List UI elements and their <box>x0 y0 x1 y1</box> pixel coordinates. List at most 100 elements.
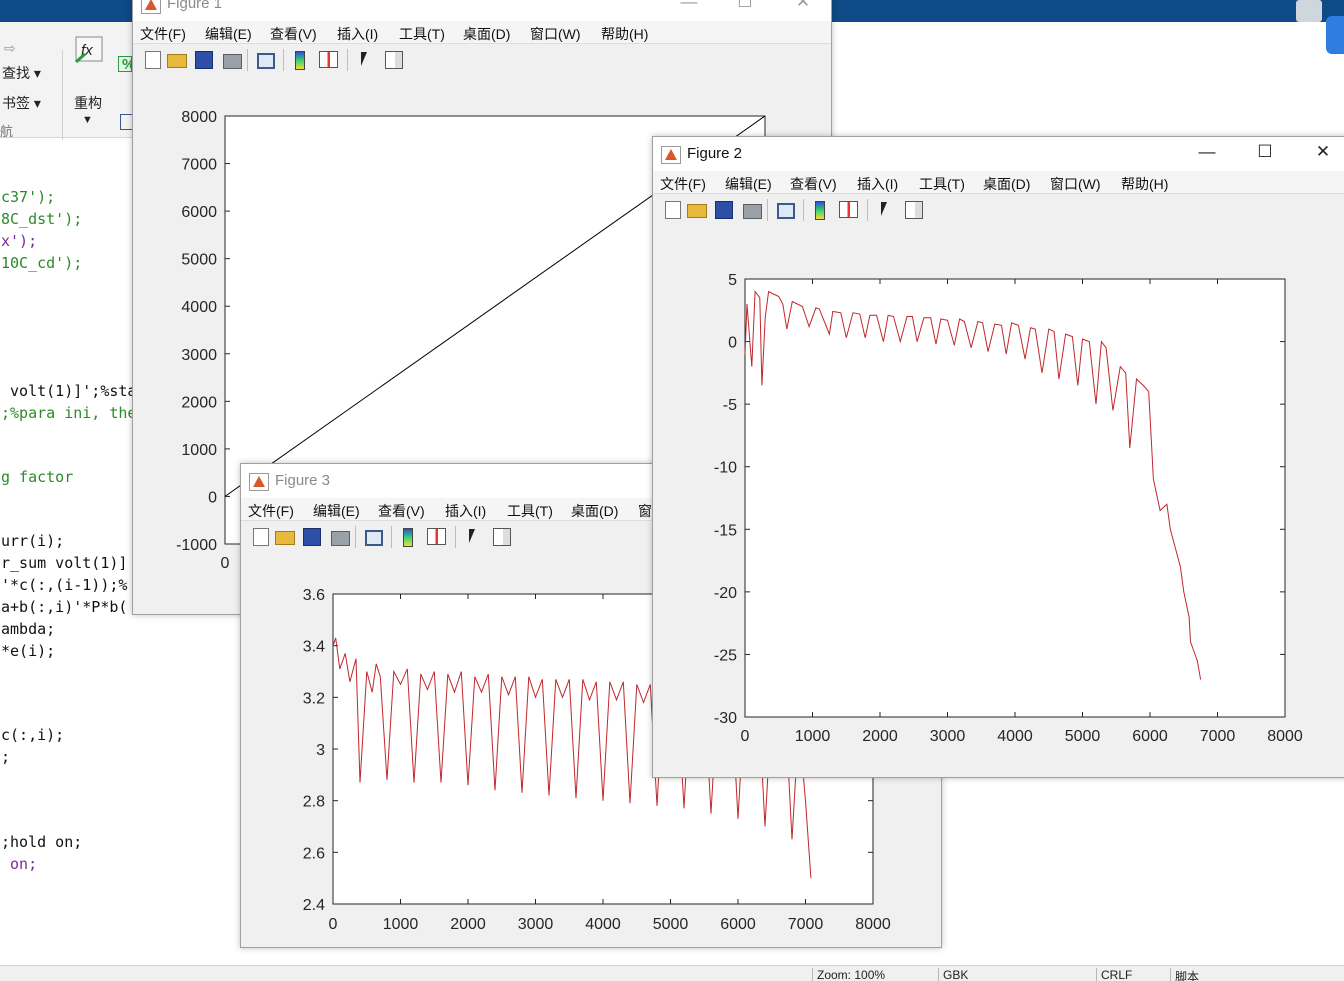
code-line[interactable]: ; <box>1 748 10 766</box>
legend-icon[interactable] <box>839 201 858 218</box>
print-icon[interactable] <box>223 54 242 69</box>
menu-item[interactable]: 桌面(D) <box>463 24 510 44</box>
menu-item[interactable]: 桌面(D) <box>571 501 618 521</box>
figure-2-titlebar[interactable]: Figure 2 — ☐ ✕ <box>653 137 1344 171</box>
open-folder-icon[interactable] <box>275 531 295 545</box>
figure-1-titlebar[interactable]: Figure 1 — ☐ ✕ <box>133 0 831 21</box>
menu-item[interactable]: 工具(T) <box>399 24 445 44</box>
menu-item[interactable]: 文件(F) <box>140 24 186 44</box>
code-line[interactable]: c37'); <box>1 188 55 206</box>
minimize-button[interactable]: — <box>1195 142 1219 162</box>
menu-item[interactable]: 插入(I) <box>337 24 378 44</box>
y-tick-label: -20 <box>714 585 737 602</box>
menu-item[interactable]: 编辑(E) <box>205 24 252 44</box>
dock-panel-icon[interactable] <box>385 51 403 69</box>
menu-item[interactable]: 窗口(W) <box>1050 174 1101 194</box>
figure-2-window[interactable]: Figure 2 — ☐ ✕ 文件(F) 编辑(E) 查看(V) 插入(I) 工具(T)… <box>652 136 1344 778</box>
menu-item[interactable]: 工具(T) <box>507 501 553 521</box>
toolbar-separator <box>391 526 392 548</box>
figure-1-toolbar <box>133 43 831 77</box>
print-icon[interactable] <box>743 204 762 219</box>
menu-item[interactable]: 编辑(E) <box>313 501 360 521</box>
side-panel-tab[interactable] <box>1326 16 1344 54</box>
code-line[interactable]: ;hold on; <box>1 833 82 851</box>
menu-item[interactable]: 窗口(W) <box>530 24 581 44</box>
code-line[interactable]: ambda; <box>1 620 55 638</box>
code-line[interactable]: urr(i); <box>1 532 64 550</box>
colorbar-icon[interactable] <box>403 528 413 547</box>
code-editor[interactable]: c37'); 8C_dst'); x'); 10C_cd'); volt(1)]';%… <box>0 140 140 965</box>
code-line[interactable]: 10C_cd'); <box>1 254 82 272</box>
figure-2-menubar: 文件(F) 编辑(E) 查看(V) 插入(I) 工具(T) 桌面(D) 窗口(W) 帮助(H) <box>653 171 1344 193</box>
x-tick-label: 1000 <box>383 916 419 933</box>
colorbar-icon[interactable] <box>295 51 305 70</box>
link-plot-icon[interactable] <box>257 53 275 69</box>
toolbar-separator <box>455 526 456 548</box>
menu-item[interactable]: 帮助(H) <box>601 24 648 44</box>
menu-item[interactable]: 工具(T) <box>919 174 965 194</box>
close-button[interactable]: ✕ <box>791 0 815 12</box>
new-file-icon[interactable] <box>665 201 681 219</box>
arrow-right-icon[interactable]: ⇨ <box>4 40 16 57</box>
menu-item[interactable]: 帮助(H) <box>1121 174 1168 194</box>
bookmark-button[interactable]: 书签 ▾ <box>2 93 41 113</box>
print-icon[interactable] <box>331 531 350 546</box>
figure-2-axes[interactable]: 0 1000 2000 3000 4000 5000 6000 7000 8000 -30 -25 -… <box>653 226 1344 777</box>
menu-item[interactable]: 文件(F) <box>248 501 294 521</box>
new-file-icon[interactable] <box>253 528 269 546</box>
app-icon[interactable] <box>1296 0 1322 22</box>
zoom-status: Zoom: 100% <box>812 968 935 981</box>
menu-item[interactable]: 编辑(E) <box>725 174 772 194</box>
maximize-button[interactable]: ☐ <box>733 0 757 12</box>
pointer-icon[interactable] <box>361 52 367 66</box>
y-tick-label: 2.6 <box>303 845 325 862</box>
pointer-icon[interactable] <box>469 529 475 543</box>
dock-panel-icon[interactable] <box>493 528 511 546</box>
link-plot-icon[interactable] <box>365 530 383 546</box>
legend-icon[interactable] <box>319 51 338 68</box>
menu-item[interactable]: 插入(I) <box>857 174 898 194</box>
toolbar-separator <box>347 49 348 71</box>
pointer-icon[interactable] <box>881 202 887 216</box>
code-line[interactable]: g factor <box>1 468 73 486</box>
code-line[interactable]: ;%para ini, the <box>1 404 136 422</box>
toolbar-separator <box>355 526 356 548</box>
chevron-down-icon[interactable]: ▼ <box>82 114 93 126</box>
code-line[interactable]: volt(1)]';%sta <box>1 382 136 400</box>
code-line[interactable]: a+b(:,i)'*P*b( <box>1 598 127 616</box>
encoding-status: GBK <box>938 968 1093 981</box>
menu-item[interactable]: 查看(V) <box>270 24 317 44</box>
save-icon[interactable] <box>303 528 321 546</box>
maximize-button[interactable]: ☐ <box>1253 142 1277 162</box>
code-line[interactable]: r_sum volt(1)] <box>1 554 127 572</box>
code-line[interactable]: 8C_dst'); <box>1 210 82 228</box>
refactor-button[interactable]: 重构 <box>74 93 102 113</box>
close-button[interactable]: ✕ <box>1311 142 1335 162</box>
menu-item[interactable]: 文件(F) <box>660 174 706 194</box>
matlab-logo-icon <box>249 473 269 491</box>
x-tick-label: 4000 <box>585 916 621 933</box>
save-icon[interactable] <box>715 201 733 219</box>
menu-item[interactable]: 查看(V) <box>790 174 837 194</box>
minimize-button[interactable]: — <box>677 0 701 12</box>
find-button[interactable]: 查找 ▾ <box>2 63 41 83</box>
code-line[interactable]: x'); <box>1 232 37 250</box>
dock-panel-icon[interactable] <box>905 201 923 219</box>
new-file-icon[interactable] <box>145 51 161 69</box>
legend-icon[interactable] <box>427 528 446 545</box>
code-line[interactable]: on; <box>1 855 37 873</box>
open-folder-icon[interactable] <box>687 204 707 218</box>
menu-item[interactable]: 插入(I) <box>445 501 486 521</box>
x-tick-label: 6000 <box>1132 728 1168 745</box>
menu-item[interactable]: 桌面(D) <box>983 174 1030 194</box>
code-line[interactable]: *e(i); <box>1 642 55 660</box>
refactor-fx-icon[interactable]: fx <box>73 34 105 66</box>
menu-item[interactable]: 查看(V) <box>378 501 425 521</box>
code-line[interactable]: c(:,i); <box>1 726 64 744</box>
code-line[interactable]: '*c(:,(i-1));% <box>1 576 127 594</box>
save-icon[interactable] <box>195 51 213 69</box>
x-tick-label: 4000 <box>997 728 1033 745</box>
open-folder-icon[interactable] <box>167 54 187 68</box>
link-plot-icon[interactable] <box>777 203 795 219</box>
colorbar-icon[interactable] <box>815 201 825 220</box>
